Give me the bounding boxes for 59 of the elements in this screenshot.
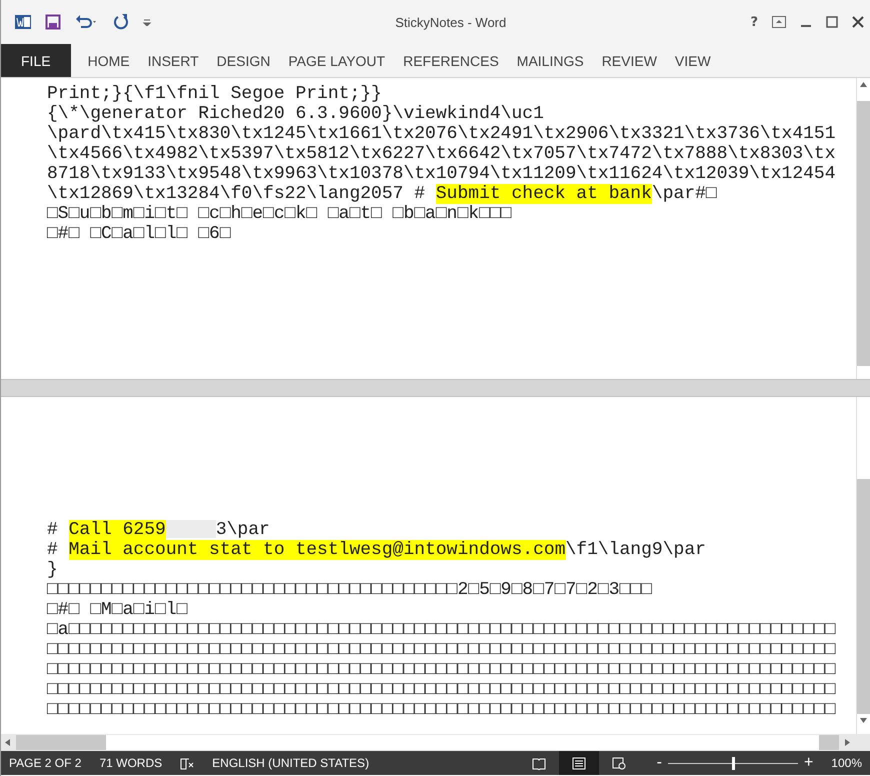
code-text: \tx12869\tx13284\f0\fs22\lang2057 #: [47, 184, 426, 204]
zoom-out-button[interactable]: -: [656, 754, 662, 772]
file-tab[interactable]: FILE: [1, 44, 71, 77]
code-text: \par#□: [652, 184, 717, 204]
ribbon-tab[interactable]: VIEW: [666, 44, 720, 77]
highlighted-text: Mail account stat to testlwesg@intowindows.com: [68, 540, 566, 560]
scrollbar-thumb[interactable]: [857, 101, 870, 366]
book-icon: [532, 756, 546, 770]
window-title: StickyNotes - Word: [394, 14, 508, 30]
help-button[interactable]: ?: [750, 14, 758, 30]
ribbon-tab[interactable]: MAILINGS: [508, 44, 593, 77]
vertical-scrollbar[interactable]: [856, 397, 870, 734]
ribbon-tab[interactable]: REVIEW: [592, 44, 666, 77]
code-text: #: [47, 520, 59, 540]
undo-icon[interactable]: [75, 14, 99, 30]
zoom-slider-thumb[interactable]: [732, 756, 735, 770]
code-text: \tx4566\tx4982\tx5397\tx5812\tx6227\tx6642\tx7057\tx7472\tx7888\tx8303\tx: [47, 144, 836, 164]
ribbon-tab[interactable]: DESIGN: [208, 44, 280, 77]
web-page-icon: [612, 756, 626, 770]
highlighted-text: Call 6259: [68, 520, 166, 540]
highlighted-text: Submit check at bank: [436, 184, 652, 204]
code-text: 3\par: [216, 520, 270, 540]
ribbon-tab[interactable]: INSERT: [138, 44, 208, 77]
ribbon-tab[interactable]: REFERENCES: [394, 44, 508, 77]
code-text: #: [47, 540, 59, 560]
code-text: Print;}{\f1\fnil Segoe Print;}}: [47, 84, 382, 104]
code-text: □□□□□□□□□□□□□□□□□□□□□□□□□□□□□□□□□□□□□□□□□□□□□□□□□□□□□□□□□□□□□□□□□□□□□□□□□: [47, 680, 836, 700]
ribbon-tab[interactable]: PAGE LAYOUT: [279, 44, 394, 77]
code-text: □□□□□□□□□□□□□□□□□□□□□□□□□□□□□□□□□□□□□□□□□□□□□□□□□□□□□□□□□□□□□□□□□□□□□□□□□: [47, 700, 836, 720]
code-text: □#□ □C□a□l□l□ □6□: [47, 224, 231, 244]
zoom-in-button[interactable]: +: [804, 754, 814, 772]
code-text: □□□□□□□□□□□□□□□□□□□□□□□□□□□□□□□□□□□□□□2□5□9□8□7□7□2□3□□□: [47, 580, 652, 600]
code-text: □#□ □M□a□i□l□: [47, 600, 188, 620]
view-button[interactable]: [558, 751, 599, 775]
close-icon[interactable]: [852, 16, 864, 28]
maximize-icon[interactable]: [826, 16, 838, 28]
ribbon-tab[interactable]: HOME: [78, 44, 139, 77]
blurred-redaction: [166, 520, 216, 538]
code-text: {\*\generator Riched20 6.3.9600}\viewkind4\uc1: [47, 104, 544, 124]
code-text: \pard\tx415\tx830\tx1245\tx1661\tx2076\tx2491\tx2906\tx3321\tx3736\tx4151: [47, 124, 836, 144]
save-icon[interactable]: [45, 14, 61, 30]
code-text: }: [47, 560, 58, 580]
vertical-scrollbar[interactable]: [856, 78, 870, 379]
code-text: □□□□□□□□□□□□□□□□□□□□□□□□□□□□□□□□□□□□□□□□□□□□□□□□□□□□□□□□□□□□□□□□□□□□□□□□□: [47, 660, 836, 680]
customize-toolbar-icon[interactable]: [143, 18, 151, 26]
redo-icon[interactable]: [113, 14, 129, 30]
language-label[interactable]: ENGLISH (UNITED STATES): [212, 756, 370, 770]
code-text: □S□u□b□m□i□t□ □c□h□e□c□k□ □a□t□ □b□a□n□k□□□: [47, 204, 512, 224]
word-count[interactable]: 71 WORDS: [99, 756, 162, 770]
word-logo-icon: [15, 14, 31, 30]
ribbon-display-icon[interactable]: [772, 16, 786, 28]
code-text: □a□□□□□□□□□□□□□□□□□□□□□□□□□□□□□□□□□□□□□□□□□□□□□□□□□□□□□□□□□□□□□□□□□□□□□□□: [47, 620, 836, 640]
scrollbar-thumb[interactable]: [857, 479, 870, 714]
code-text: \f1\lang9\par: [566, 540, 706, 560]
zoom-level[interactable]: 100%: [831, 756, 862, 770]
code-text: 8718\tx9133\tx9548\tx9963\tx10378\tx10794\tx11209\tx11624\tx12039\tx12454: [47, 164, 836, 184]
code-text: □□□□□□□□□□□□□□□□□□□□□□□□□□□□□□□□□□□□□□□□□□□□□□□□□□□□□□□□□□□□□□□□□□□□□□□□□: [47, 640, 836, 660]
page-icon: [572, 756, 586, 770]
page-count[interactable]: PAGE 2 OF 2: [9, 756, 82, 770]
